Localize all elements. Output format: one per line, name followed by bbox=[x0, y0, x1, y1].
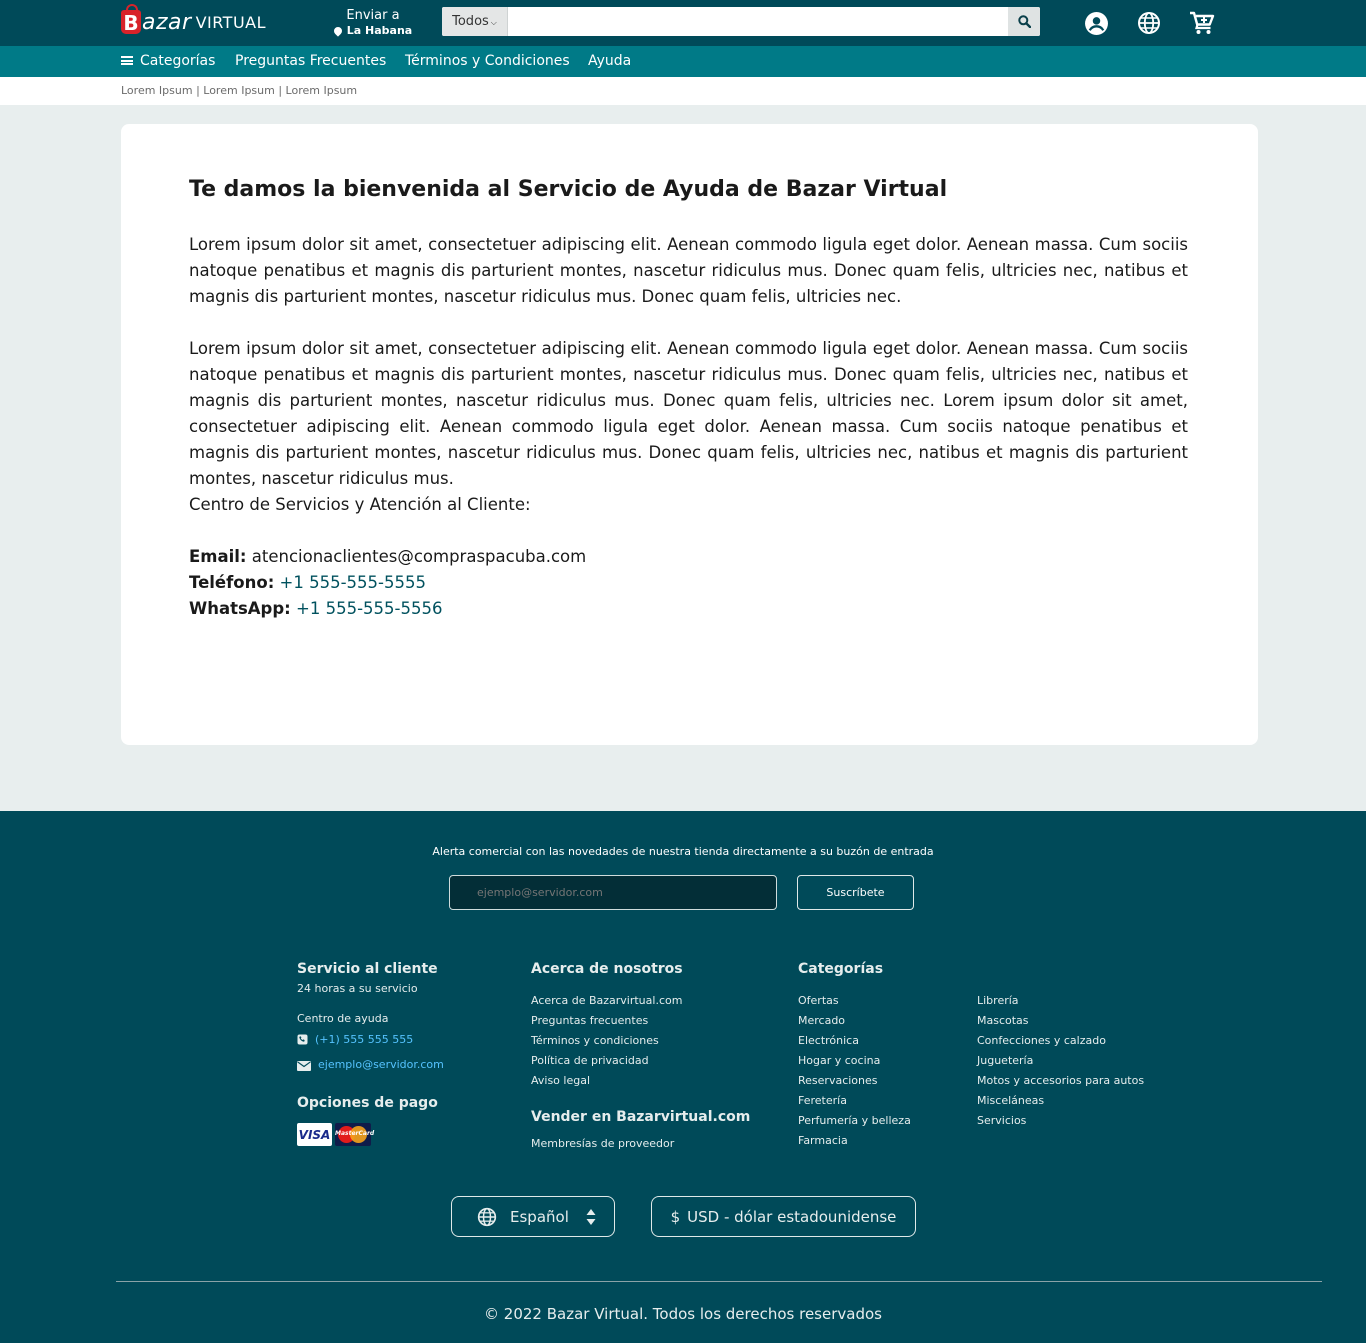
contact-whatsapp: WhatsApp: +1 555-555-5556 bbox=[189, 596, 443, 622]
about-link[interactable]: Política de privacidad bbox=[531, 1054, 649, 1068]
logo[interactable]: B azar VIRTUAL bbox=[121, 4, 267, 38]
language-select[interactable]: Español bbox=[451, 1196, 615, 1237]
currency-select[interactable]: $ USD - dólar estadounidense bbox=[651, 1196, 916, 1237]
payment-options-title: Opciones de pago bbox=[297, 1095, 438, 1111]
mail-icon bbox=[297, 1060, 311, 1071]
chevron-down-icon: ⌵ bbox=[490, 17, 497, 27]
category-link[interactable]: Mercado bbox=[798, 1014, 845, 1028]
about-link[interactable]: Preguntas frecuentes bbox=[531, 1014, 648, 1028]
category-link[interactable]: Servicios bbox=[977, 1114, 1026, 1128]
contact-email-label: Email: bbox=[189, 547, 247, 566]
contact-phone-label: Teléfono: bbox=[189, 573, 275, 592]
category-link[interactable]: Misceláneas bbox=[977, 1094, 1044, 1108]
footer-email-link[interactable]: ejemplo@servidor.com bbox=[318, 1058, 444, 1072]
category-link[interactable]: Perfumería y belleza bbox=[798, 1114, 911, 1128]
copyright: © 2022 Bazar Virtual. Todos los derechos… bbox=[484, 1305, 882, 1323]
globe-icon bbox=[1138, 12, 1160, 34]
ship-to-city: La Habana bbox=[328, 24, 418, 38]
sell-link[interactable]: Membresías de proveedor bbox=[531, 1137, 674, 1151]
category-link[interactable]: Ofertas bbox=[798, 994, 839, 1008]
category-link[interactable]: Hogar y cocina bbox=[798, 1054, 880, 1068]
page-title: Te damos la bienvenida al Servicio de Ay… bbox=[189, 177, 948, 202]
customer-service-subtitle: 24 horas a su servicio bbox=[297, 982, 418, 995]
category-link[interactable]: Electrónica bbox=[798, 1034, 859, 1048]
search-button[interactable] bbox=[1008, 7, 1040, 36]
search-category-select[interactable]: Todos ⌵ bbox=[442, 7, 508, 36]
visa-logo: VISA bbox=[297, 1123, 332, 1146]
category-link[interactable]: Mascotas bbox=[977, 1014, 1029, 1028]
category-link[interactable]: Librería bbox=[977, 994, 1019, 1008]
contact-whatsapp-link[interactable]: +1 555-555-5556 bbox=[296, 599, 442, 618]
about-link[interactable]: Aviso legal bbox=[531, 1074, 590, 1088]
logo-bazar-text: azar bbox=[142, 9, 192, 35]
breadcrumb[interactable]: Lorem Ipsum | Lorem Ipsum | Lorem Ipsum bbox=[121, 84, 357, 97]
cart-button[interactable] bbox=[1189, 10, 1215, 36]
footer-divider bbox=[116, 1281, 1322, 1282]
search-category-label: Todos bbox=[452, 14, 489, 29]
menu-icon bbox=[121, 56, 133, 65]
customer-service-title: Servicio al cliente bbox=[297, 961, 438, 977]
category-link[interactable]: Confecciones y calzado bbox=[977, 1034, 1106, 1048]
category-link[interactable]: Juguetería bbox=[977, 1054, 1033, 1068]
phone-icon bbox=[297, 1034, 308, 1045]
location-pin-icon bbox=[332, 25, 344, 37]
account-button[interactable] bbox=[1083, 10, 1109, 36]
contact-phone-link[interactable]: +1 555-555-5555 bbox=[280, 573, 426, 592]
search-input[interactable] bbox=[508, 7, 1008, 36]
contact-phone: Teléfono: +1 555-555-5555 bbox=[189, 570, 426, 596]
contact-whatsapp-label: WhatsApp: bbox=[189, 599, 291, 618]
intro-paragraph-2: Lorem ipsum dolor sit amet, consectetuer… bbox=[189, 339, 1188, 488]
logo-virtual-text: VIRTUAL bbox=[195, 12, 267, 32]
contact-email: Email: atencionaclientes@compraspacuba.c… bbox=[189, 544, 586, 570]
about-link[interactable]: Acerca de Bazarvirtual.com bbox=[531, 994, 682, 1008]
mastercard-logo: MasterCard bbox=[335, 1123, 375, 1146]
logo-bag-icon: B bbox=[121, 4, 141, 35]
newsletter-alert-text: Alerta comercial con las novedades de nu… bbox=[432, 845, 934, 858]
breadcrumb-bar: Lorem Ipsum | Lorem Ipsum | Lorem Ipsum bbox=[0, 77, 1366, 105]
visa-logo-text: VISA bbox=[298, 1127, 331, 1142]
help-center-link[interactable]: Centro de ayuda bbox=[297, 1012, 388, 1026]
nav-categories[interactable]: Categorías bbox=[121, 51, 215, 71]
language-label: Español bbox=[510, 1207, 569, 1226]
category-link[interactable]: Farmacia bbox=[798, 1134, 848, 1148]
footer: Alerta comercial con las novedades de nu… bbox=[0, 811, 1366, 1343]
ship-to-label: Enviar a bbox=[346, 8, 400, 23]
nav-help[interactable]: Ayuda bbox=[588, 51, 631, 71]
search-icon bbox=[1017, 15, 1031, 28]
globe-icon bbox=[477, 1207, 497, 1226]
top-header: B azar VIRTUAL Enviar a La Habana Todos … bbox=[0, 0, 1366, 46]
main-nav: Categorías Preguntas Frecuentes Términos… bbox=[0, 46, 1366, 77]
category-link[interactable]: Motos y accesorios para autos bbox=[977, 1074, 1144, 1088]
language-button[interactable] bbox=[1136, 10, 1162, 36]
help-content-card: Te damos la bienvenida al Servicio de Ay… bbox=[121, 124, 1258, 745]
shopping-cart-icon bbox=[1190, 11, 1215, 34]
currency-label: USD - dólar estadounidense bbox=[687, 1207, 897, 1226]
category-link[interactable]: Reservaciones bbox=[798, 1074, 878, 1088]
newsletter-email-input[interactable] bbox=[449, 875, 777, 910]
nav-terms[interactable]: Términos y Condiciones bbox=[405, 51, 570, 71]
about-link[interactable]: Términos y condiciones bbox=[531, 1034, 659, 1048]
intro-paragraph-1: Lorem ipsum dolor sit amet, consectetuer… bbox=[189, 235, 1188, 306]
mastercard-logo-text: MasterCard bbox=[335, 1130, 375, 1137]
service-center-heading: Centro de Servicios y Atención al Client… bbox=[189, 495, 531, 514]
search-bar: Todos ⌵ bbox=[442, 7, 1040, 36]
user-icon bbox=[1084, 11, 1108, 35]
contact-email-value: atencionaclientes@compraspacuba.com bbox=[251, 547, 587, 566]
category-link[interactable]: Feretería bbox=[798, 1094, 847, 1108]
ship-to-city-label: La Habana bbox=[346, 24, 413, 37]
footer-categories-title: Categorías bbox=[798, 961, 884, 977]
about-title: Acerca de nosotros bbox=[531, 961, 683, 977]
subscribe-button[interactable]: Suscríbete bbox=[797, 875, 914, 910]
sell-title: Vender en Bazarvirtual.com bbox=[531, 1109, 751, 1125]
nav-faq[interactable]: Preguntas Frecuentes bbox=[235, 51, 386, 71]
nav-categories-label: Categorías bbox=[140, 53, 216, 69]
ship-to-location[interactable]: Enviar a La Habana bbox=[328, 8, 418, 38]
sort-arrows-icon bbox=[586, 1208, 596, 1225]
footer-phone-link[interactable]: (+1) 555 555 555 bbox=[315, 1033, 413, 1047]
dollar-icon: $ bbox=[670, 1207, 681, 1226]
